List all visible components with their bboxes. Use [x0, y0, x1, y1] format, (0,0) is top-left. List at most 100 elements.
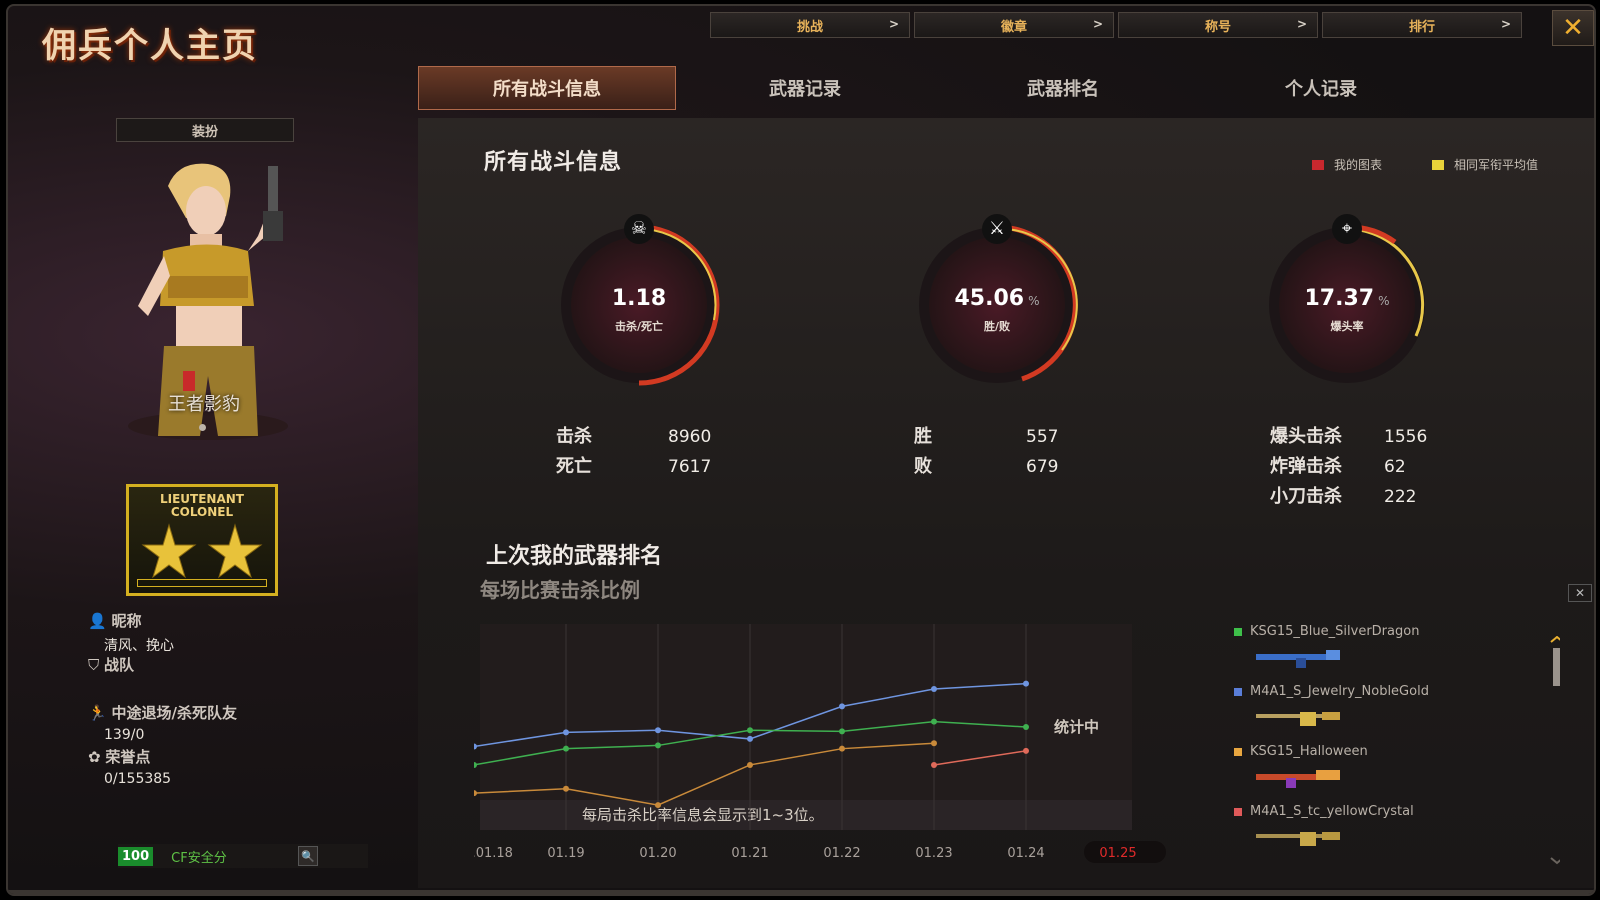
outfit-button[interactable]: 装扮: [116, 118, 294, 142]
close-button[interactable]: ✕: [1552, 10, 1594, 46]
kd-value: 1.18: [611, 286, 667, 311]
kd-gauge: 1.18 击杀/死亡 ☠: [554, 214, 724, 390]
data-point[interactable]: [747, 727, 753, 734]
kill-ratio-chart: 每局击杀比率信息会显示到1~3位。 统计中 25.01.18 01.19 01.20…: [474, 624, 1166, 863]
losses-stat: 败 679: [914, 456, 1059, 477]
headshot-label: 爆头率: [1330, 320, 1364, 333]
data-point[interactable]: [563, 785, 569, 792]
scrollbar-thumb: [1553, 648, 1560, 686]
data-point[interactable]: [839, 703, 845, 710]
scroll-up-icon: [1550, 636, 1560, 643]
data-point[interactable]: [1023, 724, 1029, 730]
rifle-icon: [1256, 712, 1340, 726]
quit-label: 中途退场/杀死队友: [111, 704, 237, 722]
x-tick-label[interactable]: 25.01.18: [474, 846, 513, 861]
data-point[interactable]: [747, 735, 753, 742]
rank-progress-bar: [137, 579, 267, 587]
nickname-block: 👤 昵称 清风、挽心: [88, 610, 174, 655]
tab-all-battle-info[interactable]: 所有战斗信息: [418, 66, 676, 110]
x-tick-label[interactable]: 01.23: [915, 846, 952, 861]
data-point[interactable]: [474, 790, 477, 797]
data-point[interactable]: [563, 729, 569, 736]
data-point[interactable]: [474, 761, 477, 768]
nickname-label: 昵称: [111, 612, 142, 630]
data-point[interactable]: [563, 745, 569, 752]
data-point[interactable]: [747, 761, 753, 768]
quit-block: 🏃 中途退场/杀死队友 139/0: [88, 702, 237, 743]
x-tick-label[interactable]: 01.21: [731, 846, 768, 861]
profile-panel: 装扮 王者影豹 LIEUTENANT COLONEL 👤 昵称 清风、挽心 ⛉ …: [8, 6, 408, 886]
star-emblem: [141, 523, 263, 579]
tab-weapon-records[interactable]: 武器记录: [676, 66, 934, 110]
x-tick-label[interactable]: 01.20: [639, 846, 676, 861]
winrate-label: 胜/败: [983, 320, 1011, 333]
scroll-down-icon: [1550, 857, 1560, 865]
carousel-dot[interactable]: [199, 424, 206, 431]
headshot-value: 17.37%: [1304, 286, 1390, 311]
data-point[interactable]: [1023, 680, 1029, 687]
honor-value: 0/155385: [104, 771, 172, 787]
legend-label: 我的图表: [1334, 158, 1383, 172]
x-tick-label[interactable]: 01.24: [1007, 846, 1044, 861]
tab-weapon-ranking[interactable]: 武器排名: [934, 66, 1192, 110]
weapon-rank-title: 上次我的武器排名: [486, 544, 663, 569]
x-tick-label[interactable]: 01.25: [1099, 846, 1136, 861]
legend-my-chart: 我的图表: [1312, 156, 1382, 173]
data-point[interactable]: [931, 740, 937, 747]
chevron-right-icon: >: [888, 17, 899, 31]
shotgun-icon: [1256, 650, 1340, 668]
weapon-list: KSG15_Blue_SilverDragon M4A1_S_Jewelry_N…: [1234, 624, 1494, 864]
weapon-item[interactable]: M4A1_S_Jewelry_NobleGold: [1234, 684, 1494, 744]
collapse-button[interactable]: ✕: [1568, 584, 1592, 602]
x-tick-label[interactable]: 01.19: [547, 846, 584, 861]
weapon-item[interactable]: M4A1_S_tc_yellowCrystal: [1234, 804, 1494, 864]
scrollbar[interactable]: [1550, 636, 1560, 866]
weapon-item[interactable]: KSG15_Blue_SilverDragon: [1234, 624, 1494, 684]
data-point[interactable]: [931, 761, 937, 768]
data-point[interactable]: [655, 742, 661, 749]
data-point[interactable]: [655, 727, 661, 734]
rifle-icon: [1256, 832, 1340, 846]
shotgun-icon: [1256, 770, 1340, 788]
data-point[interactable]: [839, 745, 845, 752]
deaths-stat: 死亡 7617: [556, 456, 712, 477]
data-point[interactable]: [474, 743, 477, 750]
wins-stat: 胜 557: [914, 426, 1059, 447]
chart-plot-area: [480, 624, 1132, 830]
legend-same-rank: 相同军衔平均值: [1432, 156, 1538, 173]
chart-note: 每局击杀比率信息会显示到1~3位。: [582, 806, 824, 824]
data-point[interactable]: [839, 728, 845, 735]
data-point[interactable]: [931, 718, 937, 725]
search-icon[interactable]: 🔍: [298, 846, 318, 866]
tab-personal-records[interactable]: 个人记录: [1192, 66, 1450, 110]
rank-title-line2: COLONEL: [170, 505, 234, 519]
window-frame: 佣兵个人主页 挑战 > 徽章 > 称号 > 排行 > ✕ 所有战斗信息 武器记录 武器排…: [6, 4, 1596, 896]
winrate-gauge: 45.06% 胜/败 ⚔: [912, 214, 1082, 390]
weapon-color-swatch: [1234, 807, 1242, 816]
weapon-name: KSG15_Halloween: [1250, 744, 1368, 759]
top-navigation: 挑战 > 徽章 > 称号 > 排行 >: [710, 12, 1522, 38]
kills-stat: 击杀 8960: [556, 426, 712, 447]
kill-ratio-title: 每场比赛击杀比例: [480, 578, 640, 602]
legend-label: 相同军衔平均值: [1454, 158, 1539, 172]
honor-label: 荣誉点: [105, 748, 151, 766]
challenge-button[interactable]: 挑战 >: [710, 12, 910, 38]
runner-icon: 🏃: [88, 704, 107, 722]
data-point[interactable]: [1023, 747, 1029, 754]
title-button[interactable]: 称号 >: [1118, 12, 1318, 38]
legend-swatch-yellow: [1432, 159, 1444, 170]
weapon-item[interactable]: KSG15_Halloween: [1234, 744, 1494, 804]
headshot-kills-stat: 爆头击杀 1556: [1270, 426, 1428, 447]
badge-button[interactable]: 徽章 >: [914, 12, 1114, 38]
ranking-button[interactable]: 排行 >: [1322, 12, 1522, 38]
weapon-name: KSG15_Blue_SilverDragon: [1250, 624, 1420, 639]
chevron-right-icon: >: [1296, 17, 1307, 31]
weapon-color-swatch: [1234, 747, 1242, 756]
counting-label: 统计中: [1054, 718, 1099, 736]
data-point[interactable]: [931, 686, 937, 693]
security-label: CF安全分: [171, 850, 227, 866]
x-tick-label[interactable]: 01.22: [823, 846, 860, 861]
honor-icon: ✿: [88, 748, 101, 766]
data-point[interactable]: [655, 802, 661, 809]
skull-icon: ☠: [624, 214, 654, 244]
